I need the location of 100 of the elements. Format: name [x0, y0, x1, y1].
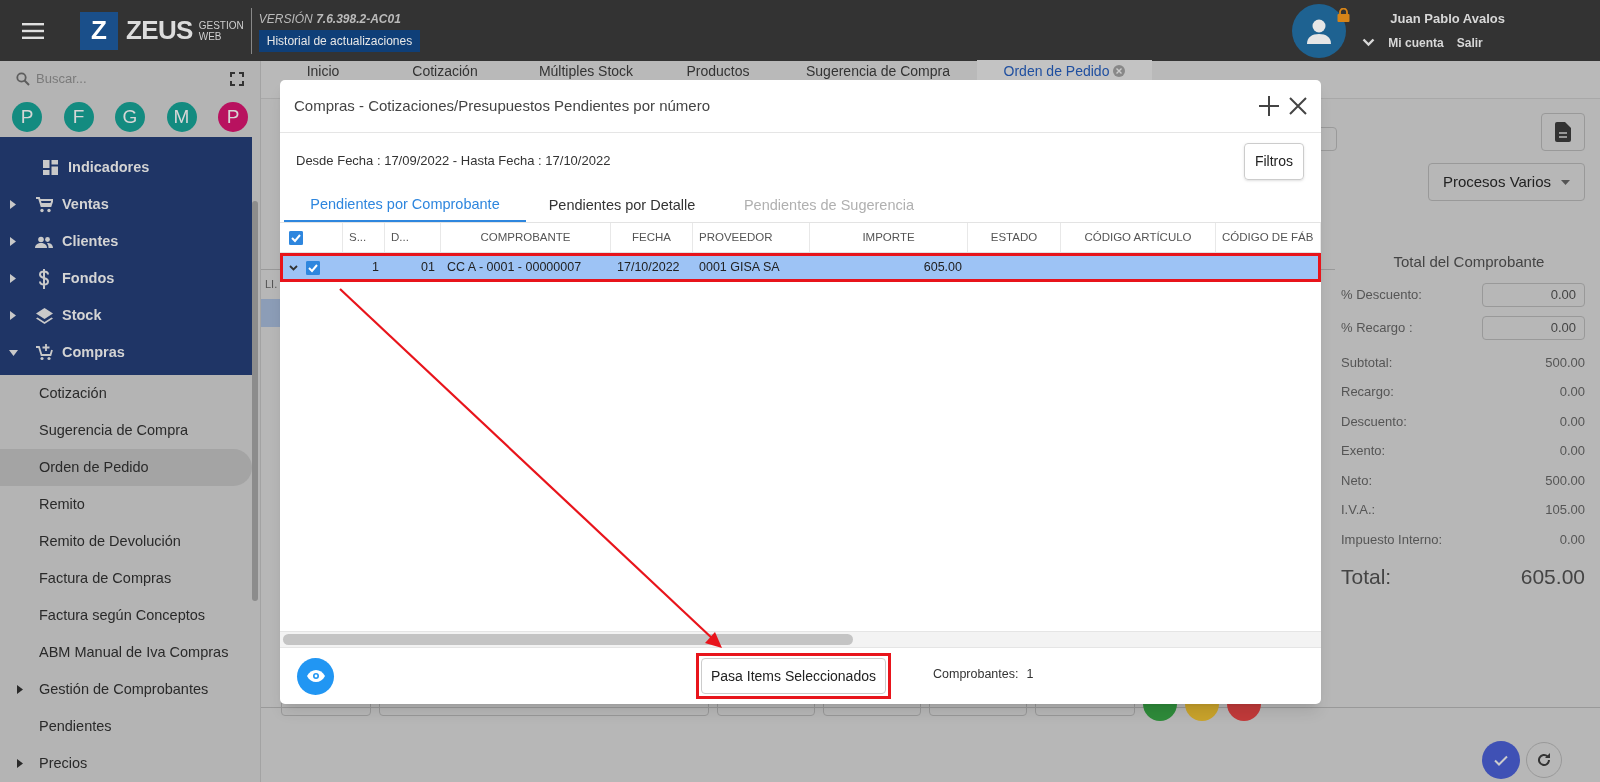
submenu-item[interactable]: Precios	[0, 745, 252, 782]
caret-down-icon	[1561, 179, 1571, 185]
submenu-item[interactable]: Factura según Conceptos	[0, 597, 252, 634]
view-button[interactable]	[297, 657, 334, 695]
sidebar-item[interactable]: Stock	[0, 297, 252, 334]
table-cell-text: 01	[420, 259, 436, 277]
total-label: Exento:	[1341, 442, 1386, 460]
total-value: 500.00	[1545, 353, 1585, 372]
field-label: % Descuento:	[1341, 285, 1422, 304]
column-header[interactable]: ESTADO	[968, 223, 1061, 252]
total-label: Subtotal:	[1341, 353, 1393, 372]
scrollbar-thumb[interactable]	[252, 201, 258, 601]
table-cell-text: CC A - 0001 - 00000007	[446, 259, 583, 277]
table-row[interactable]: 1 01 CC A - 0001 - 00000007 17/10/2022 0001 GISA SA 605.00	[280, 253, 1321, 282]
table-cell-text: 605.00	[922, 259, 963, 277]
caret-right-icon	[10, 274, 16, 283]
column-header[interactable]: IMPORTE	[810, 223, 968, 252]
submenu-item[interactable]: Remito	[0, 486, 252, 523]
close-icon[interactable]	[1289, 97, 1307, 115]
total-label: I.V.A.:	[1341, 501, 1376, 519]
dashboard-icon	[42, 160, 58, 175]
sidebar-item[interactable]: Indicadores	[0, 149, 252, 186]
cart-plus-icon	[35, 344, 53, 361]
search-field[interactable]: Buscar...	[36, 69, 224, 89]
submenu-item[interactable]: Orden de Pedido	[0, 449, 252, 486]
total-label: Recargo:	[1341, 383, 1394, 401]
caret-right-icon	[10, 200, 16, 209]
total-label: Descuento:	[1341, 412, 1407, 431]
submenu-item[interactable]: Sugerencia de Compra	[0, 412, 252, 449]
search-icon	[16, 72, 30, 86]
version-text: VERSIÓN 7.6.398.2-AC01	[258, 10, 401, 28]
total-value: 0.00	[1559, 530, 1585, 549]
account-link[interactable]: Mi cuenta	[1388, 33, 1444, 52]
dialog-title: Compras - Cotizaciones/Presupuestos Pendientes por número	[294, 95, 712, 116]
column-header[interactable]: CÓDIGO ARTÍCULO	[1061, 223, 1216, 252]
column-header[interactable]: D...	[385, 223, 441, 252]
plus-icon[interactable]	[1259, 96, 1279, 116]
total-label: Neto:	[1341, 471, 1373, 490]
tab[interactable]: Pendientes por Detalle	[526, 189, 718, 222]
column-header[interactable]: CÓDIGO DE FÁB	[1216, 223, 1321, 252]
submenu-item[interactable]: Gestión de Comprobantes	[0, 671, 252, 708]
brand-subtitle: GESTION	[198, 19, 244, 31]
total-value: 605.00	[1520, 564, 1585, 590]
people-icon	[35, 235, 53, 248]
total-value: 105.00	[1545, 501, 1585, 519]
brand-name: ZEUS	[126, 14, 193, 47]
table-cell-text: 0001 GISA SA	[698, 259, 781, 277]
checkbox[interactable]	[306, 260, 320, 275]
sidebar-item[interactable]: Compras	[0, 334, 252, 371]
table-cell-text: 1	[371, 259, 380, 277]
confirm-button[interactable]	[1482, 741, 1520, 779]
input-field[interactable]: 0.00	[1482, 315, 1585, 340]
date-range-text: Desde Fecha : 17/09/2022 - Hasta Fecha : 17/10/2022	[296, 152, 612, 171]
column-header[interactable]: PROVEEDOR	[693, 223, 810, 252]
dropdown-button[interactable]: Procesos Varios	[1428, 163, 1585, 201]
submenu-item[interactable]: Pendientes	[0, 708, 252, 745]
changelog-link[interactable]: Historial de actualizaciones	[258, 29, 421, 52]
sidebar-item[interactable]: Clientes	[0, 223, 252, 260]
column-header: LI.	[265, 277, 278, 293]
layers-icon	[35, 307, 53, 324]
total-label: Impuesto Interno:	[1341, 530, 1443, 549]
submenu-item[interactable]: Factura de Compras	[0, 560, 252, 597]
submenu-item[interactable]: Remito de Devolución	[0, 523, 252, 560]
sidebar-item[interactable]: Ventas	[0, 186, 252, 223]
scrollbar-thumb[interactable]	[283, 634, 853, 645]
caret-right-icon	[16, 759, 23, 768]
column-header[interactable]: S...	[343, 223, 385, 252]
shortcut-avatar[interactable]: P	[218, 102, 248, 132]
chevron-down-icon[interactable]	[289, 264, 298, 271]
column-header[interactable]: FECHA	[611, 223, 693, 252]
sidebar-item[interactable]: Fondos	[0, 260, 252, 297]
total-label: Total:	[1341, 564, 1392, 590]
table-cell-text: 17/10/2022	[616, 259, 681, 277]
fullscreen-icon[interactable]	[230, 72, 244, 86]
user-name: Juan Pablo Avalos	[1390, 10, 1505, 29]
count-label: Comprobantes:	[933, 665, 1019, 683]
panel-title: Total del Comprobante	[1392, 252, 1546, 272]
document-icon	[1555, 122, 1571, 142]
refresh-icon	[1537, 753, 1551, 767]
checkbox[interactable]	[289, 230, 303, 245]
field-label: % Recargo :	[1341, 318, 1413, 337]
cart-icon	[35, 196, 53, 213]
submenu-item[interactable]: ABM Manual de Iva Compras	[0, 634, 252, 671]
pass-items-button[interactable]: Pasa Items Seleccionados	[701, 658, 886, 694]
eye-icon	[306, 670, 325, 682]
caret-down-icon	[8, 349, 18, 356]
document-button[interactable]	[1541, 113, 1585, 151]
tab[interactable]: Pendientes por Comprobante	[284, 189, 526, 222]
input-field[interactable]: 0.00	[1482, 282, 1585, 307]
total-value: 0.00	[1559, 412, 1585, 431]
column-header[interactable]: COMPROBANTE	[441, 223, 611, 252]
account-link[interactable]: Salir	[1456, 33, 1483, 52]
filter-button[interactable]: Filtros	[1243, 142, 1304, 180]
total-value: 0.00	[1559, 383, 1585, 401]
caret-right-icon	[10, 237, 16, 246]
total-value: 500.00	[1545, 471, 1585, 490]
submenu-item[interactable]: Cotización	[0, 375, 252, 412]
user-avatar[interactable]	[1292, 3, 1347, 58]
total-value: 0.00	[1559, 442, 1585, 460]
menu-icon[interactable]	[22, 22, 44, 39]
